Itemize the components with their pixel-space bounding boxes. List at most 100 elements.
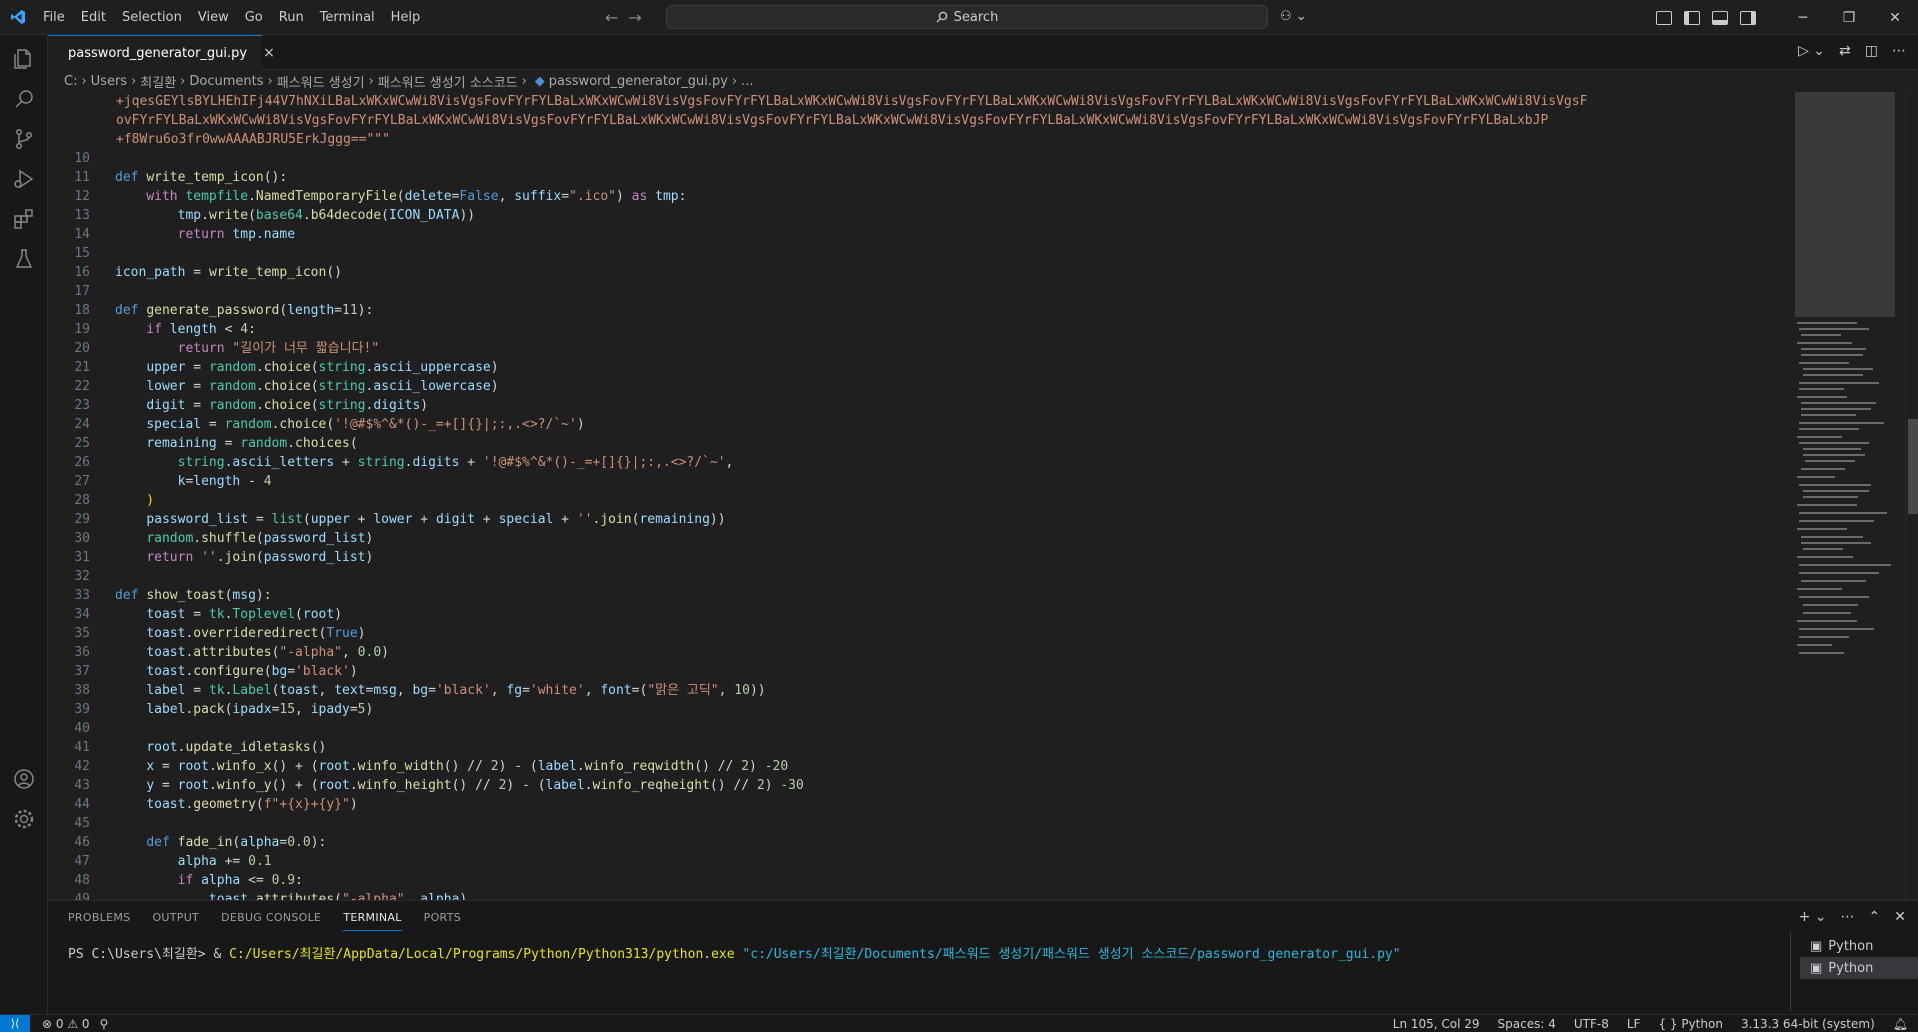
new-terminal-icon[interactable]: + ⌄ — [1799, 909, 1827, 925]
run-debug-icon[interactable] — [12, 167, 36, 191]
problems-status[interactable]: ⊗ 0 ⚠ 0 — [42, 1017, 90, 1031]
extensions-icon[interactable] — [12, 207, 36, 231]
compare-changes-icon[interactable]: ⇄ — [1839, 43, 1851, 59]
minimap[interactable] — [1795, 92, 1905, 900]
status-right: Ln 105, Col 29 Spaces: 4 UTF-8 LF { } Py… — [1393, 1015, 1908, 1032]
code-line: 38 label = tk.Label(toast, text=msg, bg=… — [74, 683, 766, 698]
title-bar: File Edit Selection View Go Run Terminal… — [0, 0, 1918, 35]
breadcrumb-item[interactable]: C: — [64, 74, 77, 89]
code-line: ovFYrFYLBaLxWKxWCwWi8VisVgsFovFYrFYLBaLx… — [116, 113, 1549, 128]
python-interpreter[interactable]: 3.13.3 64-bit (system) — [1741, 1017, 1875, 1031]
status-left: ⊗ 0 ⚠ 0 ⚲ — [42, 1017, 108, 1031]
breadcrumb-item[interactable]: 패스워드 생성기 — [277, 72, 365, 91]
chevron-right-icon: › — [267, 73, 273, 89]
notifications-bell-icon[interactable]: 🔔︎ — [1893, 1017, 1908, 1031]
terminal-instance[interactable]: ▣ Python — [1800, 935, 1918, 957]
terminal-output[interactable]: PS C:\Users\최길환> & C:/Users/최길환/AppData/… — [68, 943, 1401, 962]
vscode-logo-icon — [0, 0, 35, 35]
explorer-icon[interactable] — [12, 47, 36, 71]
code-line: 45 — [74, 816, 90, 831]
tab-password-generator[interactable]: password_generator_gui.py × — [48, 35, 275, 70]
navigation-arrows: ← → — [605, 8, 642, 27]
toggle-secondary-sidebar-icon[interactable] — [1740, 10, 1756, 25]
menu-view[interactable]: View — [190, 0, 237, 35]
tab-ports[interactable]: PORTS — [424, 911, 461, 931]
manage-gear-icon[interactable] — [12, 807, 36, 831]
language-mode[interactable]: { } Python — [1658, 1017, 1723, 1031]
close-panel-icon[interactable]: ✕ — [1894, 909, 1906, 925]
code-line: 43 y = root.winfo_y() + (root.winfo_heig… — [74, 778, 804, 793]
toggle-panel-icon[interactable] — [1712, 10, 1728, 25]
port-forward-icon[interactable]: ⚲ — [100, 1017, 109, 1031]
code-line: 49 toast.attributes("-alpha", alpha) — [74, 892, 468, 900]
tab-close-icon[interactable]: × — [263, 45, 275, 61]
breadcrumb-item[interactable]: Users — [91, 74, 127, 89]
end-of-line[interactable]: LF — [1627, 1017, 1641, 1031]
code-line: 48 if alpha <= 0.9: — [74, 873, 303, 888]
breadcrumb-item[interactable]: password_generator_gui.py — [549, 74, 728, 89]
menu-help[interactable]: Help — [383, 0, 429, 35]
breadcrumb-item[interactable]: 패스워드 생성기 소스코드 — [378, 72, 518, 91]
minimize-icon[interactable]: ─ — [1780, 0, 1826, 35]
code-line: 25 remaining = random.choices( — [74, 436, 358, 451]
copilot-icon[interactable]: ⚇ ⌄ — [1280, 9, 1307, 24]
tab-output[interactable]: OUTPUT — [152, 911, 199, 931]
title-right-controls: ─ ❐ ✕ — [1656, 0, 1918, 35]
code-line: 37 toast.configure(bg='black') — [74, 664, 358, 679]
editor-scrollbar[interactable] — [1905, 92, 1918, 900]
remote-indicator-icon[interactable]: ⟩⟨ — [0, 1014, 30, 1032]
accounts-icon[interactable] — [12, 767, 36, 791]
code-line: +jqesGEYlsBYLHEhIFj44V7hNXiLBaLxWKxWCwWi… — [116, 94, 1588, 109]
tab-terminal[interactable]: TERMINAL — [343, 911, 402, 931]
run-python-file-icon[interactable]: ▷ ⌄ — [1798, 43, 1825, 59]
code-line: 11 def write_temp_icon(): — [74, 170, 288, 185]
code-line: 29 password_list = list(upper + lower + … — [74, 512, 726, 527]
breadcrumb-item[interactable]: ... — [741, 74, 753, 89]
breadcrumb-item[interactable]: Documents — [189, 74, 263, 89]
terminal-icon: ▣ — [1810, 938, 1823, 954]
search-icon[interactable] — [12, 87, 36, 111]
code-line: 17 — [74, 284, 90, 299]
split-editor-icon[interactable]: ◫ — [1865, 43, 1878, 59]
menu-file[interactable]: File — [35, 0, 73, 35]
breadcrumb-item[interactable]: 최길환 — [140, 72, 176, 91]
status-bar: ⟩⟨ ⊗ 0 ⚠ 0 ⚲ Ln 105, Col 29 Spaces: 4 UT… — [0, 1014, 1918, 1032]
close-window-icon[interactable]: ✕ — [1872, 0, 1918, 35]
command-center-search[interactable]: Search — [666, 5, 1268, 29]
code-line: 28 ) — [74, 493, 155, 508]
cursor-position[interactable]: Ln 105, Col 29 — [1393, 1017, 1480, 1031]
customize-layout-icon[interactable] — [1656, 10, 1672, 25]
more-actions-icon[interactable]: ⋯ — [1892, 43, 1906, 59]
code-line: 14 return tmp.name — [74, 227, 296, 242]
encoding[interactable]: UTF-8 — [1574, 1017, 1609, 1031]
code-line: 40 — [74, 721, 90, 736]
code-line: 19 if length < 4: — [74, 322, 256, 337]
menu-terminal[interactable]: Terminal — [312, 0, 383, 35]
terminal-instance[interactable]: ▣ Python — [1800, 957, 1918, 979]
menu-go[interactable]: Go — [237, 0, 271, 35]
more-actions-icon[interactable]: ⋯ — [1841, 909, 1855, 925]
code-line: 12 with tempfile.NamedTemporaryFile(dele… — [74, 189, 687, 204]
bottom-panel: PROBLEMS OUTPUT DEBUG CONSOLE TERMINAL P… — [48, 900, 1918, 1014]
menu-edit[interactable]: Edit — [73, 0, 114, 35]
tab-label: password_generator_gui.py — [68, 45, 248, 61]
tab-debug-console[interactable]: DEBUG CONSOLE — [221, 911, 321, 931]
indentation[interactable]: Spaces: 4 — [1498, 1017, 1556, 1031]
chevron-right-icon: › — [521, 73, 527, 89]
code-editor[interactable]: +jqesGEYlsBYLHEhIFj44V7hNXiLBaLxWKxWCwWi… — [48, 92, 1795, 900]
maximize-panel-icon[interactable]: ⌃ — [1869, 909, 1881, 925]
code-line: 36 toast.attributes("-alpha", 0.0) — [74, 645, 389, 660]
restore-icon[interactable]: ❐ — [1826, 0, 1872, 35]
source-control-icon[interactable] — [12, 127, 36, 151]
scrollbar-thumb[interactable] — [1908, 419, 1918, 514]
tab-problems[interactable]: PROBLEMS — [68, 911, 130, 931]
back-arrow-icon[interactable]: ← — [605, 8, 618, 27]
terminal-icon: ▣ — [1810, 960, 1823, 976]
testing-icon[interactable] — [12, 247, 36, 271]
menu-run[interactable]: Run — [271, 0, 312, 35]
editor-tabs: password_generator_gui.py × ▷ ⌄ ⇄ ◫ ⋯ — [48, 35, 1918, 70]
forward-arrow-icon[interactable]: → — [628, 8, 641, 27]
code-line: 10 — [74, 151, 90, 166]
menu-selection[interactable]: Selection — [114, 0, 190, 35]
toggle-primary-sidebar-icon[interactable] — [1684, 10, 1700, 25]
